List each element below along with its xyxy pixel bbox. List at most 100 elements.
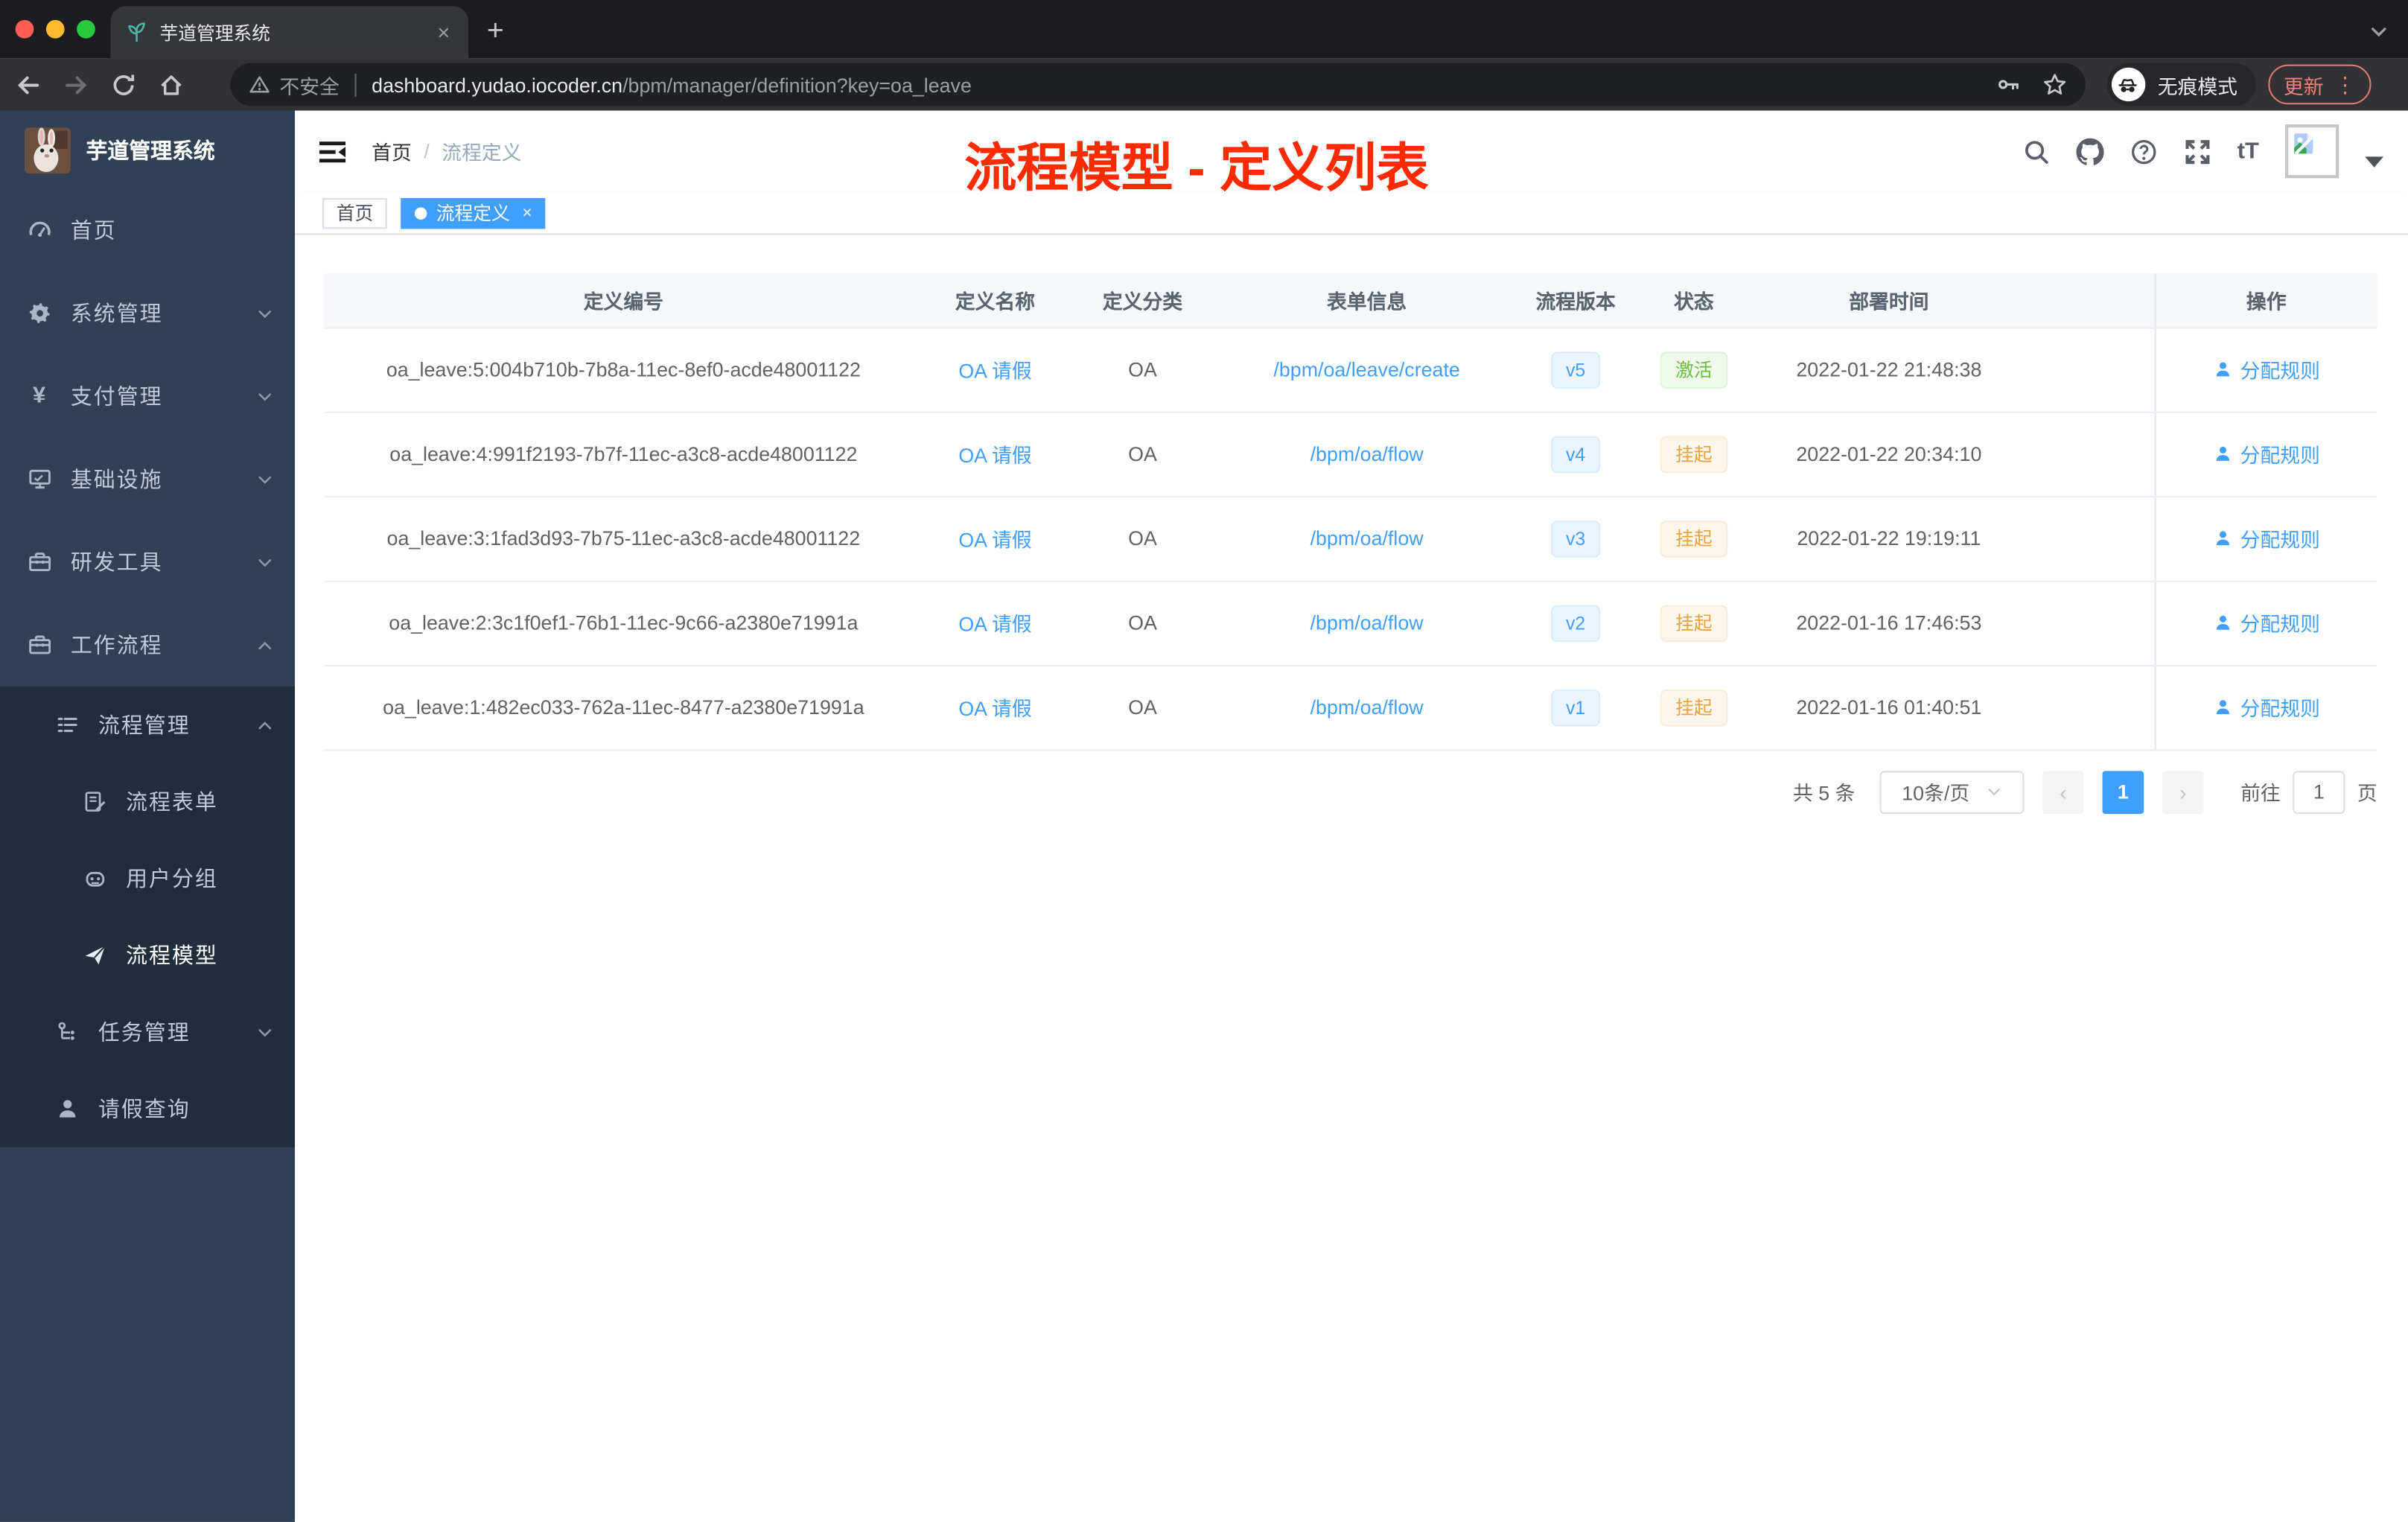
assign-rule-link[interactable]: 分配规则 [2213,354,2320,383]
sidebar-item-5[interactable]: 工作流程 [0,604,295,687]
column-header-5: 状态 [1635,273,1753,328]
sidebar-toggle-hamburger-icon[interactable] [319,139,347,164]
screen: 芋道管理系统 × + 不安全 dashboard.yudao.iocoder.c… [0,0,2408,1522]
table-row-3: oa_leave:2:3c1f0ef1-76b1-11ec-9c66-a2380… [324,580,2377,666]
minimize-window-button[interactable] [45,19,65,39]
filler-cell [2025,580,2155,666]
security-label[interactable]: 不安全 [279,70,339,99]
page-size-select[interactable]: 10条/页 [1879,770,2025,814]
update-label[interactable]: 更新 [2284,70,2324,99]
definition-category: OA [1067,580,1218,666]
sidebar-item-7[interactable]: 流程表单 [0,763,295,841]
sidebar-item-0[interactable]: 首页 [0,189,295,272]
sidebar-item-9[interactable]: 流程模型 [0,917,295,994]
github-icon[interactable] [2076,137,2104,165]
tab-search-chevron-icon[interactable] [2368,22,2389,59]
breadcrumb-home[interactable]: 首页 [372,137,412,166]
sidebar-item-6[interactable]: 流程管理 [0,686,295,764]
definition-id: oa_leave:3:1fad3d93-7b75-11ec-a3c8-acde4… [324,496,923,582]
definition-name-link[interactable]: OA 请假 [958,613,1031,636]
bookmark-star-icon[interactable] [2042,72,2067,97]
address-bar[interactable]: 不安全 dashboard.yudao.iocoder.cn/bpm/manag… [230,63,2086,106]
version-badge: v1 [1550,689,1601,726]
chevron-down-icon [256,305,273,322]
definition-name-link[interactable]: OA 请假 [958,444,1031,467]
sidebar-item-label: 研发工具 [70,550,163,575]
chevron-down-icon [256,471,273,488]
user-avatar-broken-image[interactable] [2285,124,2339,179]
sidebar-item-2[interactable]: ¥ 支付管理 [0,354,295,437]
sidebar-item-1[interactable]: 系统管理 [0,272,295,354]
back-button[interactable] [16,71,42,98]
tag-0[interactable]: 首页 [322,197,387,229]
definition-name-link[interactable]: OA 请假 [958,697,1031,720]
tag-1[interactable]: 流程定义 × [401,197,547,229]
version-badge: v5 [1550,351,1601,388]
zoom-window-button[interactable] [77,19,95,39]
page-1-button[interactable]: 1 [2102,770,2144,814]
sidebar-item-3[interactable]: 基础设施 [0,438,295,520]
sidebar-item-8[interactable]: 用户分组 [0,840,295,917]
url-path: /bpm/manager/definition?key=oa_leave [622,72,972,96]
form-info-link[interactable]: /bpm/oa/flow [1310,611,1424,634]
help-icon[interactable] [2130,138,2157,165]
sidebar-item-label: 请假查询 [98,1096,191,1121]
not-secure-warning-icon [249,74,270,95]
browser-tab[interactable]: 芋道管理系统 × [110,6,469,59]
definition-name-link[interactable]: OA 请假 [958,529,1031,552]
sidebar-item-11[interactable]: 请假查询 [0,1070,295,1147]
sidebar-item-label: 用户分组 [126,866,218,891]
definition-name-link[interactable]: OA 请假 [958,360,1031,383]
form-info-link[interactable]: /bpm/oa/flow [1310,442,1424,465]
user-menu-caret-icon[interactable] [2365,156,2383,168]
new-tab-button[interactable]: + [487,16,504,59]
search-icon[interactable] [2022,138,2050,165]
sidebar-item-10[interactable]: 任务管理 [0,993,295,1071]
column-header-2: 定义分类 [1067,273,1218,328]
goto-page-input[interactable] [2293,770,2345,814]
forward-button[interactable] [63,71,89,98]
chevron-up-icon [256,716,273,733]
yen-icon: ¥ [32,382,48,409]
home-button[interactable] [158,71,184,98]
sidebar-item-label: 流程模型 [126,943,218,968]
version-badge: v4 [1550,435,1601,473]
definition-category: OA [1067,411,1218,497]
assign-rule-link[interactable]: 分配规则 [2213,608,2320,637]
assign-rule-link[interactable]: 分配规则 [2213,439,2320,468]
assign-rule-link[interactable]: 分配规则 [2213,523,2320,553]
app-title: 芋道管理系统 [86,137,215,162]
form-info-link[interactable]: /bpm/oa/flow [1310,526,1424,550]
close-window-button[interactable] [15,19,34,39]
breadcrumb-current: 流程定义 [442,141,522,165]
sidebar-item-4[interactable]: 研发工具 [0,520,295,603]
favicon-plant-icon [126,22,147,43]
deploy-time: 2022-01-22 21:48:38 [1752,327,2026,413]
incognito-icon [2111,67,2146,102]
user-icon [55,1097,80,1121]
browser-menu-kebab-icon[interactable]: ⋮ [2334,71,2356,98]
app-logo-avatar [25,127,71,173]
reload-button[interactable] [111,71,137,98]
sidebar-item-label: 工作流程 [70,632,163,657]
table-header-row: 定义编号 定义名称 定义分类 表单信息 流程版本 状态 部署时间 操作 [324,273,2377,328]
tag-label: 首页 [336,203,374,225]
fullscreen-icon[interactable] [2184,138,2211,165]
tag-close-icon[interactable]: × [522,203,532,222]
sidebar-item-label: 系统管理 [70,301,163,326]
next-page-button[interactable]: › [2162,770,2204,814]
password-key-icon[interactable] [1996,72,2021,97]
person-icon [2213,613,2233,633]
tab-title: 芋道管理系统 [159,22,271,44]
goto-label: 前往 [2240,781,2281,805]
tab-close-icon[interactable]: × [431,20,456,45]
update-button[interactable]: 更新 ⋮ [2268,64,2372,105]
definition-table: 定义编号 定义名称 定义分类 表单信息 流程版本 状态 部署时间 操作 oa_leave:5:… [324,273,2377,751]
sidebar-item-label: 支付管理 [70,383,163,409]
fontsize-icon[interactable]: tT [2237,138,2259,165]
prev-page-button[interactable]: ‹ [2042,770,2084,814]
assign-rule-link[interactable]: 分配规则 [2213,692,2320,722]
browser-toolbar: 不安全 dashboard.yudao.iocoder.cn/bpm/manag… [0,58,2408,111]
form-info-link[interactable]: /bpm/oa/leave/create [1273,358,1459,381]
form-info-link[interactable]: /bpm/oa/flow [1310,695,1424,719]
